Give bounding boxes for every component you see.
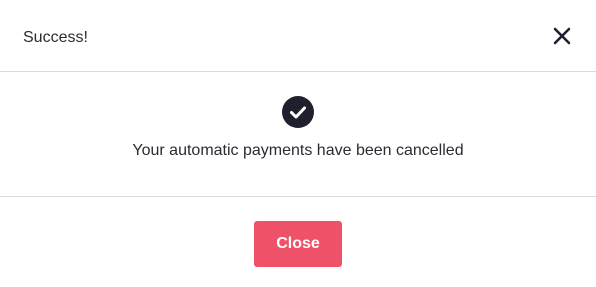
- dialog-footer: Close: [0, 197, 596, 287]
- dialog-body: Your automatic payments have been cancel…: [0, 72, 596, 197]
- dialog-title: Success!: [23, 29, 88, 46]
- close-icon[interactable]: [551, 25, 573, 47]
- success-dialog: Success! Your automatic payments have be…: [0, 0, 596, 287]
- dialog-header: Success!: [0, 0, 596, 72]
- check-circle-icon: [282, 96, 314, 128]
- confirmation-message: Your automatic payments have been cancel…: [132, 142, 464, 159]
- close-button[interactable]: Close: [254, 221, 342, 267]
